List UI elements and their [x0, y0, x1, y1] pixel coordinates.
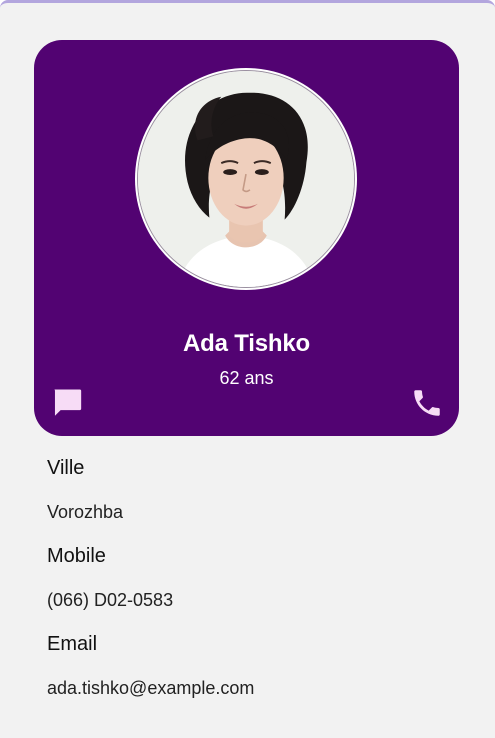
contact-name: Ada Tishko [183, 330, 310, 357]
message-button[interactable] [50, 386, 84, 420]
phone-icon [414, 390, 440, 416]
avatar-frame [135, 68, 357, 290]
city-value: Vorozhba [47, 502, 124, 522]
chat-bubble-icon [54, 389, 82, 416]
email-label: Email [47, 633, 98, 655]
contact-page: Ada Tishko 62 ans Ville Vorozhba Mobile … [0, 0, 495, 738]
email-value[interactable]: ada.tishko@example.com [47, 659, 467, 717]
profile-card: Ada Tishko 62 ans [34, 40, 459, 436]
mobile-label: Mobile [47, 545, 106, 567]
call-button[interactable] [410, 386, 444, 420]
avatar [137, 70, 355, 288]
city-label: Ville [47, 457, 85, 479]
contact-details: Ville Vorozhba Mobile (066) D02-0583 Ema… [47, 453, 467, 717]
mobile-value[interactable]: (066) D02-0583 [47, 571, 467, 629]
contact-age: 62 ans [219, 368, 274, 388]
